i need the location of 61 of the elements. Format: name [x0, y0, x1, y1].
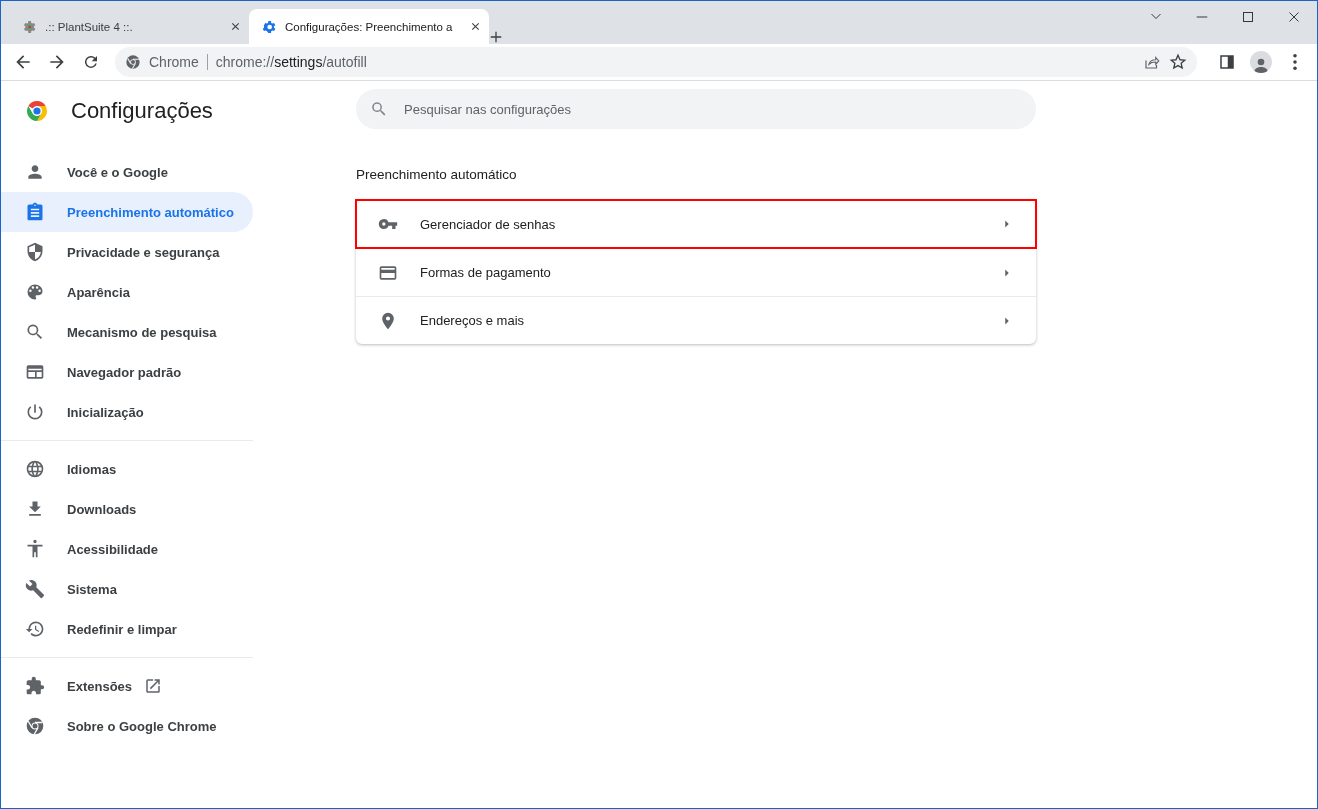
settings-row[interactable]: Gerenciador de senhas — [356, 200, 1036, 248]
shield-icon — [25, 242, 45, 262]
site-label: Chrome — [149, 54, 208, 70]
wrench-icon — [25, 579, 45, 599]
power-icon — [25, 402, 45, 422]
side-panel-icon — [1218, 53, 1236, 71]
sidebar-item[interactable]: Acessibilidade — [1, 529, 253, 569]
accessibility-icon — [25, 539, 45, 559]
chrome-logo-icon — [125, 54, 141, 70]
sidebar-item[interactable]: Redefinir e limpar — [1, 609, 253, 649]
row-label: Endereços e mais — [420, 313, 526, 328]
puzzle-icon — [25, 676, 45, 696]
address-bar[interactable]: Chrome chrome://settings/autofill — [115, 47, 1197, 77]
sidebar-item[interactable]: Idiomas — [1, 449, 253, 489]
close-icon — [230, 21, 241, 32]
new-tab-icon — [489, 30, 503, 44]
sidebar-item[interactable]: Privacidade e segurança — [1, 232, 253, 272]
search-input[interactable]: Pesquisar nas configurações — [402, 100, 1022, 118]
browser-tab[interactable]: Configurações: Preenchimento a — [249, 9, 489, 44]
sidebar-item[interactable]: Mecanismo de pesquisa — [1, 312, 253, 352]
settings-row[interactable]: Endereços e mais — [356, 296, 1036, 344]
search-field[interactable]: Pesquisar nas configurações — [356, 89, 1036, 129]
search-icon — [370, 100, 388, 118]
reload-icon — [82, 53, 100, 71]
sidebar-item[interactable]: Downloads — [1, 489, 253, 529]
history-icon — [25, 619, 45, 639]
share-icon — [1143, 53, 1161, 71]
sidebar-item[interactable]: Preenchimento automático — [1, 192, 253, 232]
sidebar-item[interactable]: Você e o Google — [1, 152, 253, 192]
close-icon — [470, 21, 481, 32]
close-icon — [1288, 11, 1300, 23]
star-icon — [1169, 53, 1187, 71]
sidebar-item[interactable]: Aparência — [1, 272, 253, 312]
sidebar-item[interactable]: Sobre o Google Chrome — [1, 706, 253, 746]
open-in-new-icon — [144, 677, 163, 695]
palette-icon — [25, 282, 45, 302]
globe-icon — [25, 459, 45, 479]
settings-row[interactable]: Formas de pagamento — [356, 248, 1036, 296]
row-label: Gerenciador de senhas — [420, 216, 557, 232]
page-title: Configurações — [71, 98, 213, 124]
sidebar-item[interactable]: Extensões — [1, 666, 253, 706]
maximize-icon — [1242, 11, 1254, 23]
chrome-logo-icon — [25, 99, 49, 123]
tab-title: Configurações: Preenchimento a — [285, 20, 454, 33]
section-title: Preenchimento automático — [356, 167, 518, 182]
sidebar-item[interactable]: Navegador padrão — [1, 352, 253, 392]
sidebar-item-label: Extensões — [67, 678, 133, 694]
sidebar-item[interactable]: Inicialização — [1, 392, 253, 432]
tab-title: .:: PlantSuite 4 ::. — [45, 20, 134, 33]
url-text: chrome://settings/autofill — [215, 54, 367, 70]
row-label: Formas de pagamento — [420, 265, 552, 280]
more-vert-icon — [1293, 54, 1297, 70]
chrome-logo-icon — [25, 716, 45, 736]
avatar-icon — [1250, 51, 1272, 73]
browser-tab[interactable]: .:: PlantSuite 4 ::. — [9, 9, 249, 44]
gear-icon — [261, 18, 277, 35]
sidebar-item[interactable]: Sistema — [1, 569, 253, 609]
browser-window-icon — [25, 362, 45, 382]
gear-icon — [21, 18, 37, 35]
search-icon — [25, 322, 45, 342]
clipboard-icon — [25, 202, 45, 222]
